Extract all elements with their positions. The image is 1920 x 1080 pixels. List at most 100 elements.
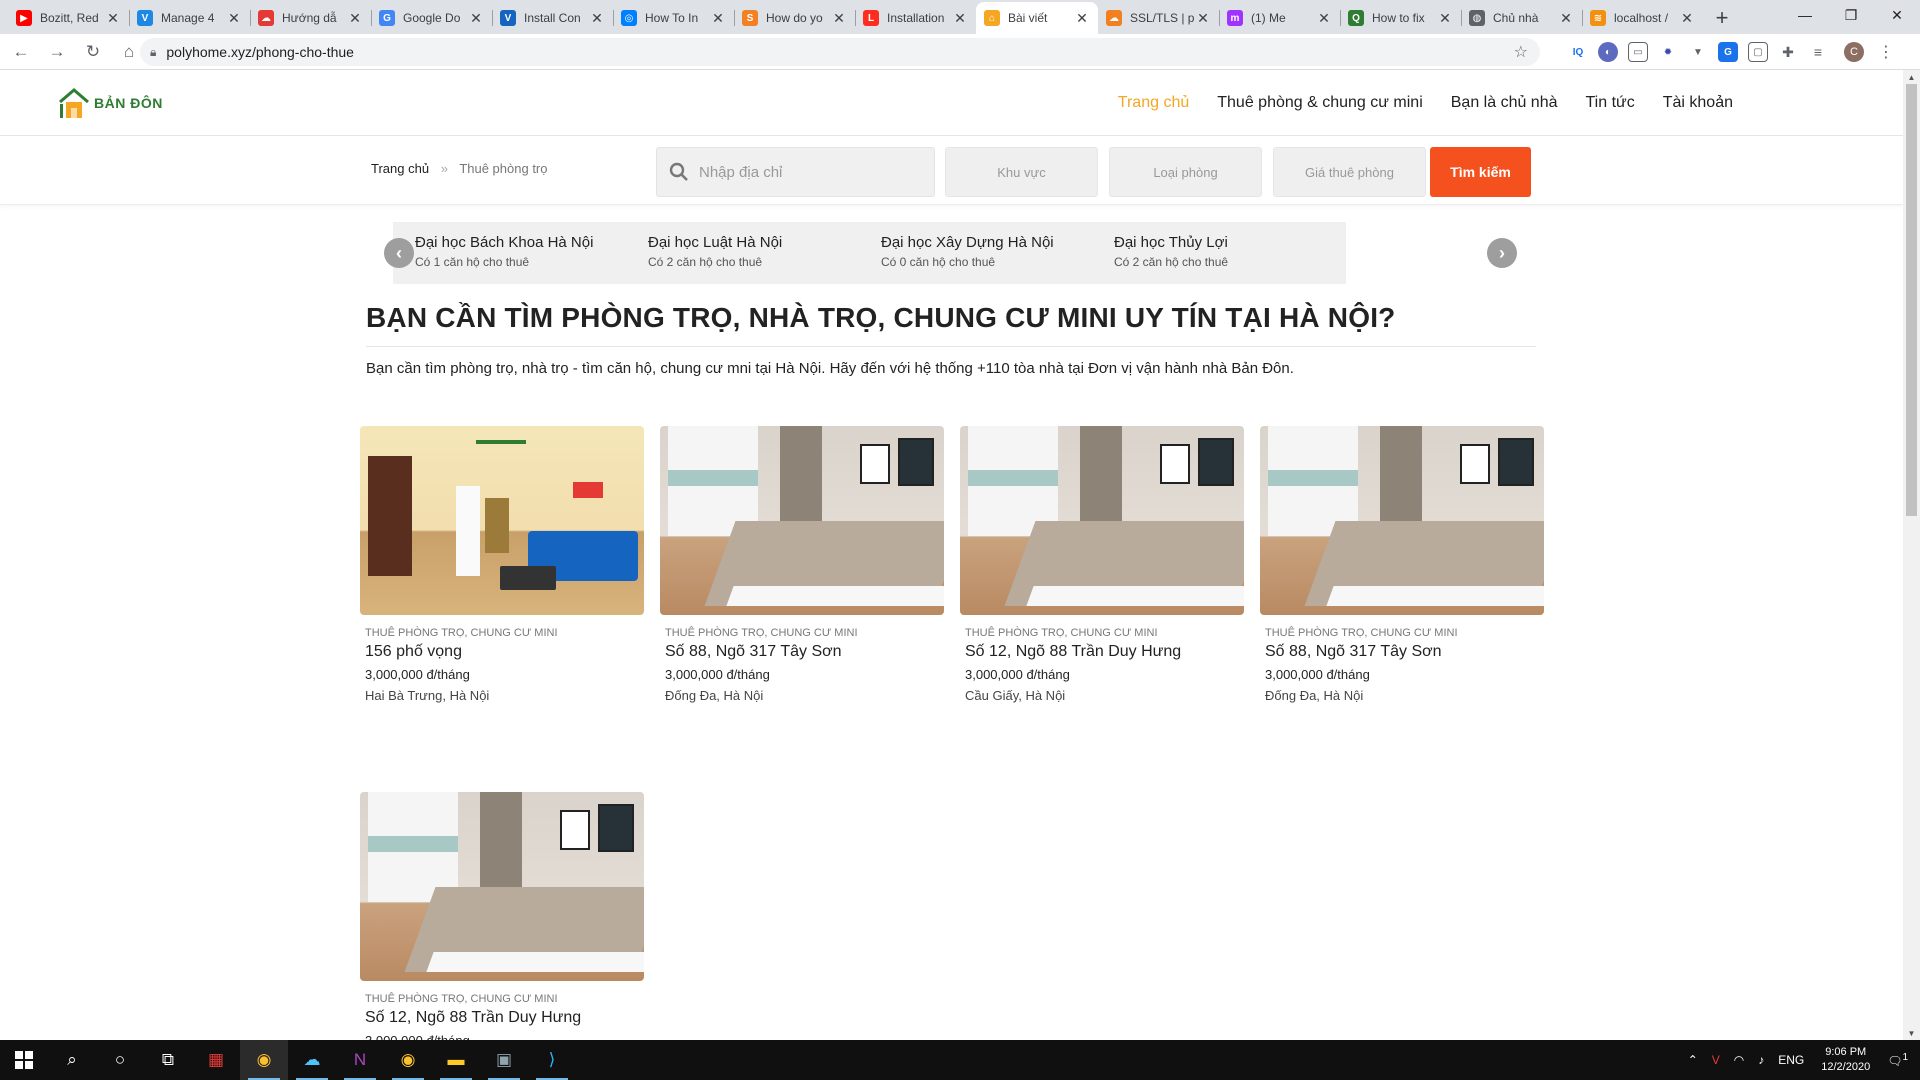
- gear-extension-icon[interactable]: ✹: [1658, 42, 1678, 62]
- restore-icon[interactable]: ❐: [1828, 0, 1874, 30]
- browser-tab[interactable]: Q How to fix ✕: [1340, 2, 1461, 34]
- tab-close-icon[interactable]: ✕: [1074, 10, 1090, 27]
- browser-tab[interactable]: ☁ SSL/TLS | p ✕: [1098, 2, 1219, 34]
- screenshot-extension-icon[interactable]: ▭: [1628, 42, 1648, 62]
- puzzle-extensions-icon[interactable]: ✚: [1778, 42, 1798, 62]
- browser-tab[interactable]: ◎ How To In ✕: [613, 2, 734, 34]
- new-tab-button[interactable]: +: [1707, 2, 1737, 34]
- scrollbar-thumb[interactable]: [1906, 84, 1917, 516]
- listing-photo[interactable]: [360, 426, 644, 615]
- listing-card[interactable]: THUÊ PHÒNG TRỌ, CHUNG CƯ MINI 156 phố vọn…: [360, 426, 644, 703]
- nav-link[interactable]: Tin tức: [1586, 94, 1635, 112]
- browser-tab[interactable]: ▶ Bozitt, Red ✕: [8, 2, 129, 34]
- translate-icon[interactable]: G: [1718, 42, 1738, 62]
- tab-close-icon[interactable]: ✕: [831, 10, 847, 27]
- price-select[interactable]: Giá thuê phòng: [1273, 147, 1426, 197]
- listing-title[interactable]: Số 12, Ngõ 88 Trần Duy Hưng: [365, 1009, 644, 1027]
- vscode-icon[interactable]: ⟩: [528, 1040, 576, 1080]
- nav-link[interactable]: Tài khoản: [1663, 94, 1733, 112]
- antivirus-icon[interactable]: V: [1712, 1053, 1720, 1067]
- tab-close-icon[interactable]: ✕: [1437, 10, 1453, 27]
- tab-close-icon[interactable]: ✕: [226, 10, 242, 27]
- photos-app-icon[interactable]: ▣: [480, 1040, 528, 1080]
- browser-tab[interactable]: ☁ Hướng dẫ ✕: [250, 2, 371, 34]
- nav-link[interactable]: Trang chủ: [1118, 94, 1189, 112]
- window-extension-icon[interactable]: ▢: [1748, 42, 1768, 62]
- listing-photo[interactable]: [1260, 426, 1544, 615]
- listing-photo[interactable]: [360, 792, 644, 981]
- wifi-icon[interactable]: ◠: [1734, 1053, 1744, 1067]
- minimize-icon[interactable]: —: [1782, 0, 1828, 30]
- close-window-icon[interactable]: ✕: [1874, 0, 1920, 30]
- area-select[interactable]: Khu vực: [945, 147, 1098, 197]
- site-logo[interactable]: BẢN ĐÔN: [56, 86, 163, 120]
- tab-close-icon[interactable]: ✕: [1558, 10, 1574, 27]
- forward-arrow-icon[interactable]: →: [42, 38, 72, 66]
- chrome-taskbar-icon[interactable]: ◉: [240, 1040, 288, 1080]
- reading-list-icon[interactable]: ≡: [1808, 42, 1828, 62]
- address-search-input[interactable]: Nhập địa chỉ: [656, 147, 935, 197]
- room-type-select[interactable]: Loại phòng: [1109, 147, 1262, 197]
- tab-close-icon[interactable]: ✕: [105, 10, 121, 27]
- onenote-icon[interactable]: N: [336, 1040, 384, 1080]
- tab-close-icon[interactable]: ✕: [952, 10, 968, 27]
- tab-close-icon[interactable]: ✕: [1195, 10, 1211, 27]
- scroll-down-icon[interactable]: ▼: [1903, 1026, 1920, 1040]
- browser-tab[interactable]: V Manage 4 ✕: [129, 2, 250, 34]
- university-card[interactable]: Đại học Bách Khoa Hà Nội Có 1 căn hộ cho …: [393, 222, 647, 284]
- app-grid-icon[interactable]: ▦: [192, 1040, 240, 1080]
- browser-tab[interactable]: ≋ localhost / ✕: [1582, 2, 1703, 34]
- back-arrow-icon[interactable]: ←: [6, 38, 36, 66]
- cloud-app-icon[interactable]: ☁: [288, 1040, 336, 1080]
- nav-link[interactable]: Bạn là chủ nhà: [1451, 94, 1558, 112]
- listing-photo[interactable]: [660, 426, 944, 615]
- profile-avatar[interactable]: C: [1844, 42, 1864, 62]
- browser-tab[interactable]: G Google Do ✕: [371, 2, 492, 34]
- address-bar[interactable]: 🔒︎ polyhome.xyz/phong-cho-thue ☆: [140, 38, 1540, 66]
- iq-extension-icon[interactable]: IQ: [1568, 42, 1588, 62]
- file-explorer-icon[interactable]: ▬: [432, 1040, 480, 1080]
- carousel-prev-icon[interactable]: ‹: [384, 238, 414, 268]
- nav-link[interactable]: Thuê phòng & chung cư mini: [1217, 94, 1423, 112]
- browser-tab[interactable]: L Installation ✕: [855, 2, 976, 34]
- reload-icon[interactable]: ↻: [78, 38, 108, 66]
- cortana-icon[interactable]: ○: [96, 1040, 144, 1080]
- extension-icon[interactable]: ◐: [1598, 42, 1618, 62]
- breadcrumb-home[interactable]: Trang chủ: [371, 161, 429, 176]
- notification-icon[interactable]: 🗨︎1: [1887, 1052, 1908, 1068]
- bookmark-star-icon[interactable]: ☆: [1514, 42, 1528, 62]
- language-indicator[interactable]: ENG: [1778, 1053, 1804, 1067]
- page-scrollbar[interactable]: ▲ ▼: [1903, 70, 1920, 1040]
- listing-card[interactable]: THUÊ PHÒNG TRỌ, CHUNG CƯ MINI Số 12, Ngõ …: [360, 792, 644, 1040]
- listing-photo[interactable]: [960, 426, 1244, 615]
- university-card[interactable]: Đại học Thủy Lợi Có 2 căn hộ cho thuê: [1092, 222, 1346, 284]
- listing-card[interactable]: THUÊ PHÒNG TRỌ, CHUNG CƯ MINI Số 88, Ngõ …: [1260, 426, 1544, 703]
- carousel-next-icon[interactable]: ›: [1487, 238, 1517, 268]
- listing-card[interactable]: THUÊ PHÒNG TRỌ, CHUNG CƯ MINI Số 88, Ngõ …: [660, 426, 944, 703]
- search-button[interactable]: Tìm kiếm: [1430, 147, 1531, 197]
- chevron-up-icon[interactable]: ⌃: [1688, 1053, 1698, 1067]
- browser-tab[interactable]: ⌂ Bài viết ✕: [976, 2, 1098, 34]
- tab-close-icon[interactable]: ✕: [710, 10, 726, 27]
- browser-menu-icon[interactable]: ⋮: [1876, 42, 1896, 62]
- tab-close-icon[interactable]: ✕: [1316, 10, 1332, 27]
- listing-title[interactable]: Số 88, Ngõ 317 Tây Sơn: [1265, 643, 1544, 661]
- chrome-profile-icon[interactable]: ◉: [384, 1040, 432, 1080]
- university-card[interactable]: Đại học Xây Dựng Hà Nội Có 0 căn hộ cho t…: [859, 222, 1113, 284]
- university-card[interactable]: Đại học Luật Hà Nội Có 2 căn hộ cho thuê: [626, 222, 880, 284]
- scroll-up-icon[interactable]: ▲: [1903, 70, 1920, 84]
- tab-close-icon[interactable]: ✕: [589, 10, 605, 27]
- search-icon[interactable]: ⌕: [48, 1040, 96, 1080]
- listing-card[interactable]: THUÊ PHÒNG TRỌ, CHUNG CƯ MINI Số 12, Ngõ …: [960, 426, 1244, 703]
- vue-devtools-icon[interactable]: ▼: [1688, 42, 1708, 62]
- task-view-icon[interactable]: ⧉: [144, 1040, 192, 1080]
- windows-start-icon[interactable]: [0, 1040, 48, 1080]
- lock-icon[interactable]: 🔒︎: [150, 45, 156, 60]
- browser-tab[interactable]: S How do yo ✕: [734, 2, 855, 34]
- listing-title[interactable]: 156 phố vọng: [365, 643, 644, 661]
- tab-close-icon[interactable]: ✕: [468, 10, 484, 27]
- listing-title[interactable]: Số 12, Ngõ 88 Trần Duy Hưng: [965, 643, 1244, 661]
- clock[interactable]: 9:06 PM 12/2/2020: [1821, 1045, 1870, 1075]
- listing-title[interactable]: Số 88, Ngõ 317 Tây Sơn: [665, 643, 944, 661]
- browser-tab[interactable]: V Install Con ✕: [492, 2, 613, 34]
